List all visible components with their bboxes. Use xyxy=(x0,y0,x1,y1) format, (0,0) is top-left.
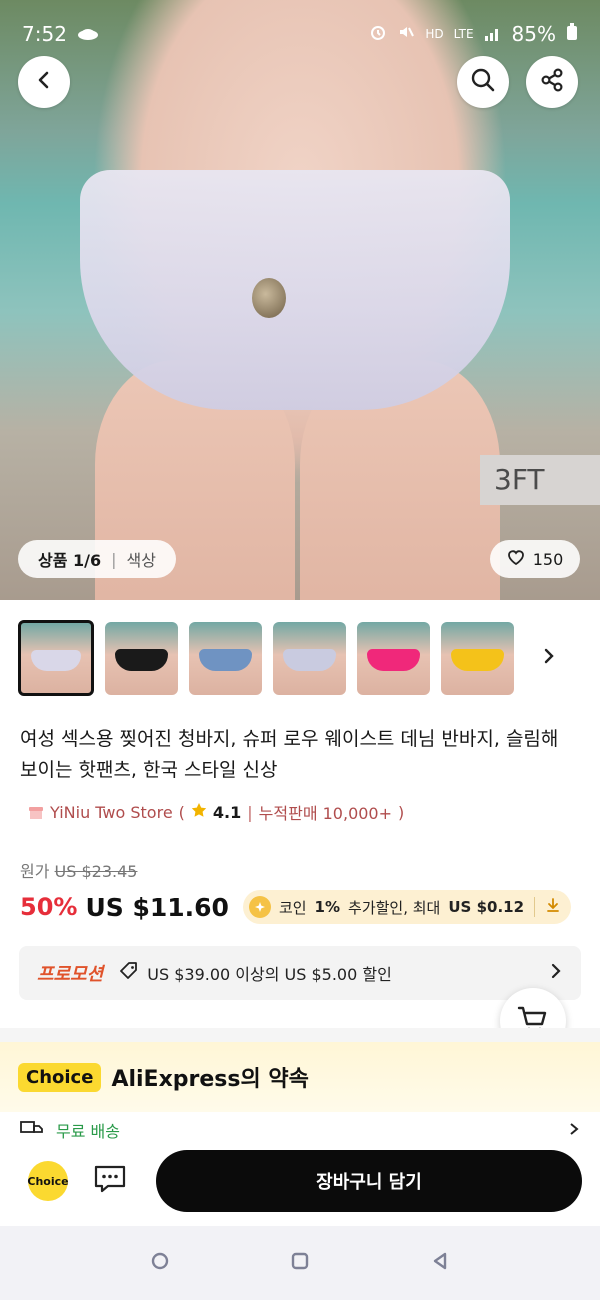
free-shipping-row[interactable]: 무료 배송 xyxy=(20,1118,580,1142)
color-tab[interactable]: 색상 xyxy=(127,547,156,571)
coin-max: US $0.12 xyxy=(448,898,525,916)
thumbnail-shorts xyxy=(283,649,336,672)
search-icon xyxy=(470,67,496,97)
thumbnail-shorts xyxy=(451,649,504,672)
thumbnail-shorts xyxy=(367,649,420,672)
image-counter: 상품 1/6 xyxy=(38,551,102,570)
promotion-text-wrap: US $39.00 이상의 US $5.00 할인 xyxy=(119,961,533,985)
original-price: US $23.45 xyxy=(54,862,138,881)
promotion-tag: 프로모션 xyxy=(37,964,104,985)
original-price-row: 원가 US $23.45 xyxy=(20,858,137,882)
coin-percent: 1% xyxy=(314,898,341,916)
status-right: HD LTE 85% xyxy=(369,14,578,54)
price-tag-icon xyxy=(119,961,139,985)
add-to-cart-button[interactable]: 장바구니 담기 xyxy=(156,1150,582,1212)
recents-icon xyxy=(150,1251,170,1275)
coin-divider xyxy=(534,897,536,917)
back-triangle-icon xyxy=(430,1251,450,1275)
store-separator: | xyxy=(247,802,253,822)
wishlist-button[interactable]: 150 xyxy=(490,540,580,578)
chip-separator: | xyxy=(111,549,117,569)
heart-icon xyxy=(507,549,525,569)
thumbnail-shorts xyxy=(30,649,82,671)
image-shorts-button xyxy=(252,278,286,318)
status-left: 7:52 xyxy=(22,14,99,54)
coin-icon xyxy=(248,896,271,918)
discount-percent: 50% xyxy=(20,893,78,921)
thumbnail-1[interactable] xyxy=(18,620,94,696)
share-icon xyxy=(539,67,565,97)
nav-home-button[interactable] xyxy=(280,1243,320,1283)
download-icon xyxy=(545,897,561,917)
thumbnail-strip xyxy=(18,620,582,696)
image-shorts xyxy=(80,170,510,410)
alarm-icon xyxy=(369,22,387,46)
free-shipping-text: 무료 배송 xyxy=(56,1122,120,1141)
search-button[interactable] xyxy=(457,56,509,108)
image-pool-marker: 3FT xyxy=(480,455,600,505)
star-icon xyxy=(191,802,207,822)
status-time: 7:52 xyxy=(22,22,67,46)
cloud-icon xyxy=(77,22,99,46)
like-count: 150 xyxy=(532,549,564,569)
home-icon xyxy=(290,1251,310,1275)
thumbnail-next-button[interactable] xyxy=(531,640,567,676)
thumbnail-shorts xyxy=(199,649,252,672)
battery-icon xyxy=(566,22,578,46)
aliexpress-promise-section[interactable]: Choice AliExpress의 약속 xyxy=(0,1042,600,1112)
thumbnail-shorts xyxy=(115,649,168,672)
chevron-right-icon xyxy=(549,963,563,983)
store-paren-close: ) xyxy=(398,802,405,822)
network-hd-label: HD xyxy=(425,27,444,41)
promotion-text: US $39.00 이상의 US $5.00 할인 xyxy=(147,965,392,984)
chat-button[interactable] xyxy=(90,1161,130,1201)
product-title: 여성 섹스용 찢어진 청바지, 슈퍼 로우 웨이스트 데님 반바지, 슬림해 보… xyxy=(20,728,559,781)
promotion-row[interactable]: 프로모션 US $39.00 이상의 US $5.00 할인 xyxy=(19,946,581,1000)
store-paren-open: ( xyxy=(178,802,185,822)
store-sales: 누적판매 10,000+ xyxy=(258,804,393,823)
choice-button[interactable]: Choice xyxy=(27,1161,69,1201)
product-page: 3FT 7:52 HD LTE 85% 상품 1/6 | 색상 150 여성 섹… xyxy=(0,0,600,1300)
store-row[interactable]: YiNiu Two Store ( 4.1 | 누적판매 10,000+ ) xyxy=(28,800,404,824)
battery-percent: 85% xyxy=(511,22,556,46)
chevron-left-icon xyxy=(33,69,55,95)
original-price-label: 원가 xyxy=(20,862,50,881)
thumbnail-4[interactable] xyxy=(273,621,346,695)
bottom-action-bar: Choice 장바구니 담기 xyxy=(0,1140,600,1222)
status-bar: 7:52 HD LTE 85% xyxy=(0,0,600,54)
sale-price: US $11.60 xyxy=(85,892,229,922)
store-name[interactable]: YiNiu Two Store xyxy=(50,803,173,822)
chevron-right-icon xyxy=(541,647,557,669)
back-button[interactable] xyxy=(18,56,70,108)
coin-discount-pill[interactable]: 코인 1% 추가할인, 최대 US $0.12 xyxy=(242,890,572,924)
coin-text-mid: 추가할인, 최대 xyxy=(348,898,441,917)
network-lte-label: LTE xyxy=(453,27,474,41)
thumbnail-6[interactable] xyxy=(441,621,514,695)
nav-recents-button[interactable] xyxy=(140,1243,180,1283)
store-icon xyxy=(28,804,44,820)
price-row: 50% US $11.60 코인 1% 추가할인, 최대 US $0.12 xyxy=(20,890,572,924)
thumbnail-3[interactable] xyxy=(189,621,262,695)
truck-icon xyxy=(20,1119,44,1141)
thumbnail-2[interactable] xyxy=(105,621,178,695)
product-image[interactable]: 3FT xyxy=(0,0,600,600)
chat-icon xyxy=(93,1164,127,1198)
image-pager-chip[interactable]: 상품 1/6 | 색상 xyxy=(18,540,176,578)
share-button[interactable] xyxy=(526,56,578,108)
thumbnail-5[interactable] xyxy=(357,621,430,695)
promise-title: AliExpress의 약속 xyxy=(111,1067,309,1092)
coin-text-pre: 코인 xyxy=(278,898,307,917)
signal-icon xyxy=(484,22,502,46)
nav-back-button[interactable] xyxy=(420,1243,460,1283)
section-divider xyxy=(0,1028,600,1042)
choice-badge: Choice xyxy=(18,1062,102,1092)
system-nav-bar xyxy=(0,1226,600,1300)
store-rating: 4.1 xyxy=(212,802,242,822)
chevron-right-icon xyxy=(568,1121,580,1140)
mute-icon xyxy=(397,22,415,46)
